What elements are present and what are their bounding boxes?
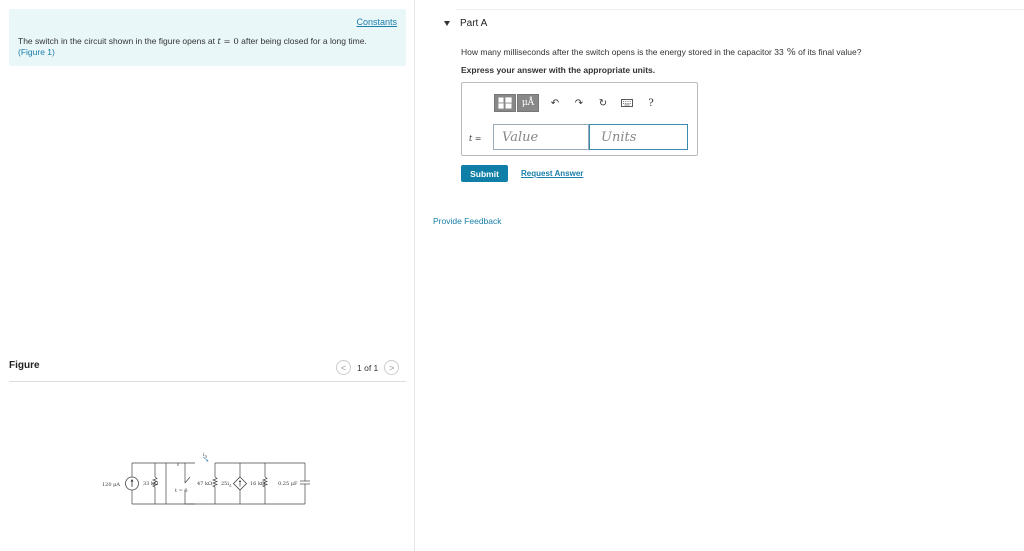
templates-button[interactable] [494,94,516,112]
figure-link[interactable]: (Figure 1) [18,47,55,57]
r1-label: 33 kΩ [143,481,158,487]
problem-equation: = 0 [220,37,239,47]
circuit-diagram[interactable]: 120 μA 33 kΩ 47 kΩ 25iΔ 16 kΩ 0.25 μF t … [100,452,315,512]
problem-statement-box: Constants The switch in the circuit show… [9,9,406,66]
part-title: Part A [460,18,488,29]
instruction-text: Express your answer with the appropriate… [461,65,656,75]
question-text-suffix: of its final value? [795,47,862,57]
figure-prev-button[interactable]: < [336,360,351,375]
keyboard-icon[interactable] [619,95,635,111]
constants-link[interactable]: Constants [356,17,397,27]
capacitor-label: 0.25 μF [278,481,298,487]
value-input[interactable] [493,124,589,150]
answer-toolbar: μÅ ↶ ↷ ↻ ? [494,93,659,113]
right-pane: Part A How many milliseconds after the s… [416,0,1024,551]
dependent-source-subscript: Δ [229,484,232,488]
figure-count: 1 of 1 [357,362,379,373]
problem-text-suffix: after being closed for a long time. [238,36,367,46]
part-divider [456,9,1024,10]
figure-header: Figure [9,360,40,371]
r3-label: 16 kΩ [250,481,265,487]
submit-button[interactable]: Submit [461,165,508,182]
figure-divider [9,381,406,382]
switch-current-subscript: Δ [205,455,208,459]
help-icon[interactable]: ? [643,95,659,111]
units-input[interactable] [589,124,688,150]
r2-label: 47 kΩ [197,481,212,487]
figure-navigation: < 1 of 1 > [336,360,400,375]
switch-current-label: iΔ [203,452,208,459]
templates-icon [498,97,512,109]
question-text: How many milliseconds after the switch o… [461,47,861,58]
answer-equals: = [472,134,482,143]
switch-time-label: t = 0 [175,488,188,494]
source-current-label: 120 μA [102,482,120,488]
redo-icon[interactable]: ↷ [571,95,587,111]
undo-icon[interactable]: ↶ [547,95,563,111]
answer-variable-label: t = [469,134,481,143]
units-button[interactable]: μÅ [517,94,539,112]
keyboard-glyph [621,99,633,107]
figure-next-button[interactable]: > [384,360,400,375]
answer-box: μÅ ↶ ↷ ↻ ? t = [461,82,698,156]
chevron-left-icon: < [340,362,347,373]
question-percent: % [783,47,796,58]
caret-down-icon [444,21,450,26]
problem-text: The switch in the circuit shown in the f… [18,36,367,47]
problem-text-prefix: The switch in the circuit shown in the f… [18,36,218,46]
request-answer-link[interactable]: Request Answer [521,169,583,178]
part-a-header[interactable]: Part A [444,18,487,29]
reset-icon[interactable]: ↻ [595,95,611,111]
provide-feedback-link[interactable]: Provide Feedback [433,216,502,226]
dependent-source-label: 25iΔ [221,481,232,488]
chevron-right-icon: > [389,362,395,373]
left-pane: Constants The switch in the circuit show… [0,0,415,551]
question-text-prefix: How many milliseconds after the switch o… [461,47,784,57]
